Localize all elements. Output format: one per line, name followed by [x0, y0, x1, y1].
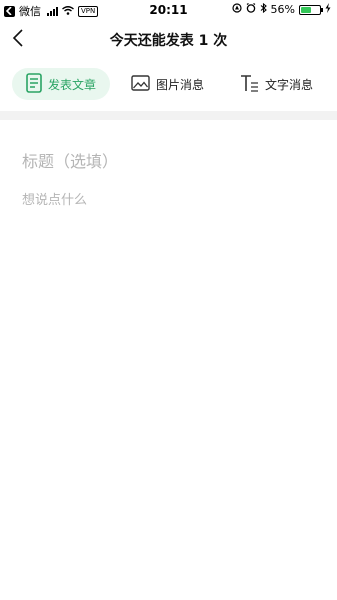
image-icon	[131, 74, 150, 94]
text-icon	[240, 74, 259, 95]
status-bar: 微信 VPN 20:11 56%	[0, 0, 337, 20]
bluetooth-icon	[260, 2, 267, 16]
document-icon	[26, 72, 42, 96]
alarm-icon	[246, 3, 256, 16]
tab-article[interactable]: 发表文章	[12, 68, 110, 100]
body-input[interactable]: 想说点什么	[22, 189, 317, 208]
title-input[interactable]: 标题（选填）	[22, 148, 317, 172]
tab-article-label: 发表文章	[47, 77, 96, 92]
location-lock-icon	[231, 3, 242, 16]
battery-level	[301, 6, 312, 13]
nav-bar: 今天还能发表 1 次	[0, 20, 337, 58]
tab-text-message[interactable]: 文字消息	[240, 68, 313, 100]
tab-image-label: 图片消息	[156, 77, 205, 92]
page-title: 今天还能发表 1 次	[109, 33, 228, 49]
tab-text-label: 文字消息	[265, 77, 314, 92]
charging-icon	[325, 3, 331, 16]
status-right: 56%	[231, 2, 331, 16]
section-divider	[0, 111, 337, 120]
battery-percent: 56%	[270, 3, 295, 16]
tab-image-message[interactable]: 图片消息	[131, 68, 204, 100]
post-type-tabs: 发表文章 图片消息 文字消息	[0, 66, 337, 102]
battery-icon	[299, 4, 323, 15]
